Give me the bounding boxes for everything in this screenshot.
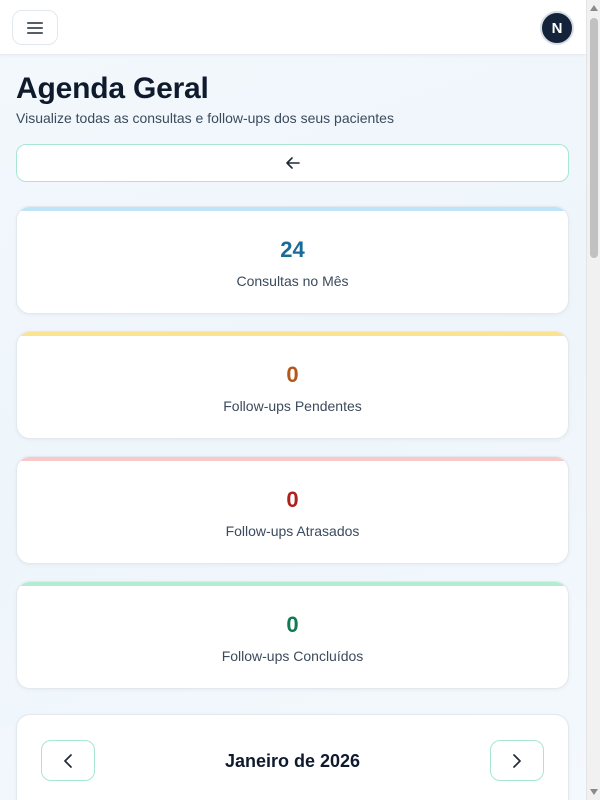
calendar-card: Janeiro de 2026: [16, 714, 569, 800]
stat-value: 24: [280, 237, 305, 262]
scroll-down-icon[interactable]: [590, 788, 598, 796]
stat-card-followups-atrasados: 0 Follow-ups Atrasados: [16, 456, 569, 564]
top-bar: N: [0, 0, 586, 55]
page-subtitle: Visualize todas as consultas e follow-up…: [16, 110, 394, 126]
scroll-up-icon[interactable]: [590, 4, 598, 12]
stat-label: Follow-ups Pendentes: [223, 398, 362, 414]
stat-accent-line: [17, 207, 568, 211]
arrow-left-icon: [285, 157, 300, 169]
stat-card-consultas-mes: 24 Consultas no Mês: [16, 206, 569, 314]
hamburger-menu-icon: [27, 21, 43, 34]
stat-label: Follow-ups Concluídos: [221, 648, 364, 664]
stat-accent-line: [17, 582, 568, 586]
stat-accent-line: [17, 457, 568, 461]
user-avatar[interactable]: N: [540, 11, 574, 45]
stat-accent-line: [17, 332, 568, 336]
back-button[interactable]: [16, 144, 569, 182]
stat-value: 0: [286, 362, 299, 387]
menu-button[interactable]: [12, 10, 58, 45]
stat-label: Consultas no Mês: [236, 273, 349, 289]
app-viewport: N Agenda Geral Visualize todas as consul…: [0, 0, 586, 800]
calendar-month-title: Janeiro de 2026: [224, 751, 361, 771]
stat-label: Follow-ups Atrasados: [225, 523, 360, 539]
page-title: Agenda Geral: [16, 72, 209, 105]
stat-value: 0: [286, 612, 299, 637]
chevron-right-icon: [513, 753, 521, 768]
stat-card-followups-pendentes: 0 Follow-ups Pendentes: [16, 331, 569, 439]
next-month-button[interactable]: [490, 740, 544, 781]
vertical-scrollbar[interactable]: [586, 0, 600, 800]
scrollbar-thumb[interactable]: [590, 18, 598, 258]
stat-card-followups-concluidos: 0 Follow-ups Concluídos: [16, 581, 569, 689]
stat-value: 0: [286, 487, 299, 512]
avatar-initial: N: [551, 19, 563, 37]
